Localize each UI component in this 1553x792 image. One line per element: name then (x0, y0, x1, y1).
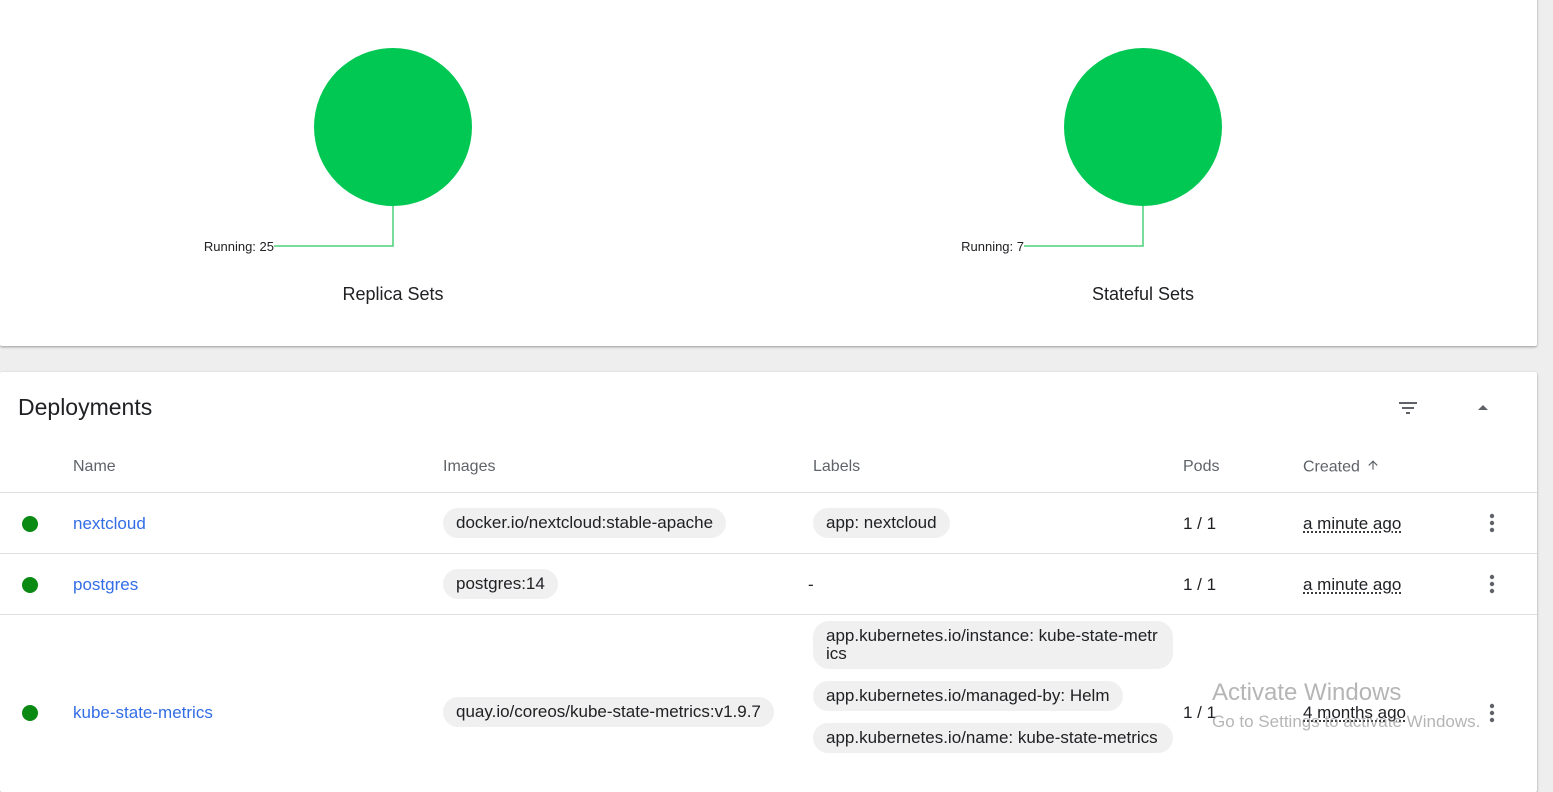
status-running-icon (22, 577, 38, 593)
stateful-sets-donut-running[interactable] (1064, 48, 1222, 206)
image-chip: quay.io/coreos/kube-state-metrics:v1.9.7 (443, 697, 774, 727)
workload-status-charts: Running: 25 Running: 7 (204, 48, 1222, 254)
image-chip: docker.io/nextcloud:stable-apache (443, 508, 727, 538)
column-header-pods: Pods (1183, 458, 1220, 475)
more-vert-icon (1489, 513, 1495, 533)
label-chip: app: nextcloud (813, 508, 950, 538)
deployment-name-link[interactable]: postgres (73, 575, 138, 595)
more-vert-icon (1489, 703, 1495, 723)
label-chip: app.kubernetes.io/name: kube-state-metri… (813, 723, 1173, 753)
replica-sets-running-label: Running: 25 (204, 239, 274, 254)
row-actions-button[interactable] (1478, 509, 1506, 537)
created-age: a minute ago (1303, 514, 1402, 533)
collapse-button[interactable] (1467, 392, 1499, 424)
workload-status-card: Running: 25 Running: 7 Replica Sets Stat… (0, 0, 1537, 346)
pods-count: 1 / 1 (1183, 575, 1217, 594)
column-header-name[interactable]: Name (73, 458, 116, 476)
labels-empty: - (808, 575, 814, 594)
table-row: nextcloud docker.io/nextcloud:stable-apa… (0, 492, 1537, 553)
deployment-name-link[interactable]: kube-state-metrics (73, 703, 213, 723)
replica-sets-title: Replica Sets (342, 284, 444, 304)
label-chip: app.kubernetes.io/managed-by: Helm (813, 681, 1123, 711)
filter-button[interactable] (1392, 392, 1424, 424)
column-header-created-label: Created (1303, 458, 1360, 476)
filter-icon (1399, 402, 1417, 414)
column-header-created[interactable]: Created (1303, 458, 1380, 477)
table-row: postgres postgres:14 - 1 / 1 a minute ag… (0, 553, 1537, 614)
status-running-icon (22, 516, 38, 532)
stateful-sets-title: Stateful Sets (1091, 284, 1195, 304)
stateful-sets-running-label: Running: 7 (961, 239, 1024, 254)
replica-sets-donut-running[interactable] (314, 48, 472, 206)
replica-sets-label-leader (274, 206, 394, 247)
pods-count: 1 / 1 (1183, 514, 1217, 533)
image-chip: postgres:14 (443, 569, 558, 599)
row-actions-button[interactable] (1478, 699, 1506, 727)
activate-windows-title: Activate Windows (1212, 679, 1402, 706)
collapse-icon (1478, 405, 1488, 410)
column-header-labels: Labels (813, 458, 861, 475)
row-actions-button[interactable] (1478, 570, 1506, 598)
more-vert-icon (1489, 574, 1495, 594)
sort-ascending-icon[interactable] (1366, 458, 1380, 477)
label-chip: app.kubernetes.io/instance: kube-state-m… (813, 621, 1173, 669)
stateful-sets-label-leader (1024, 206, 1144, 247)
created-age: a minute ago (1303, 575, 1402, 594)
activate-windows-subtitle: Go to Settings to activate Windows. (1212, 712, 1481, 731)
deployments-title: Deployments (18, 394, 153, 420)
status-running-icon (22, 705, 38, 721)
column-header-images: Images (443, 458, 496, 475)
deployment-name-link[interactable]: nextcloud (73, 514, 146, 534)
